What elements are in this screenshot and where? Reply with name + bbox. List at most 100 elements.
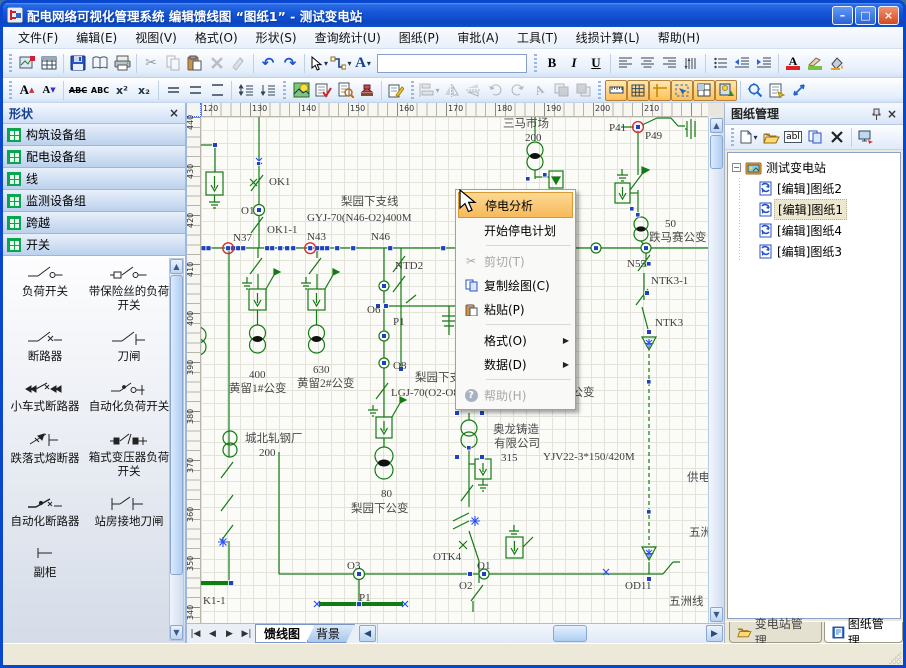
shape-category-crossing[interactable]: 跨越 [3,212,185,234]
font-color-button[interactable]: A [782,52,804,74]
menu-item-help[interactable]: ?帮助(H) [458,383,573,407]
scroll-down-icon[interactable]: ▼ [710,607,723,622]
menu-edit[interactable]: 编辑(E) [67,27,126,48]
new-drawing-doc-button[interactable]: ▾ [738,126,760,148]
selection-toggle-button[interactable] [671,80,693,101]
link-drawing-toggle-button[interactable] [715,80,737,101]
copy-drawing-button[interactable] [804,126,826,148]
shape-fused-load-switch[interactable]: 带保险丝的负荷开关 [85,264,173,313]
rotate-text-button[interactable]: A [528,79,550,101]
shape-load-switch[interactable]: 负荷开关 [7,264,83,313]
shape-trolley-breaker[interactable]: 小车式断路器 [7,379,83,413]
toolbar-grip[interactable] [8,81,13,99]
scrollbar-thumb[interactable] [710,135,723,169]
align-left-button[interactable] [614,52,636,74]
superscript-button[interactable]: x² [111,79,133,101]
edit-document-button[interactable] [385,79,407,101]
save-button[interactable] [67,52,89,74]
align-center-button[interactable] [636,52,658,74]
hscroll-left-icon[interactable]: ◀ [359,625,376,642]
print-button[interactable] [111,52,133,74]
send-backward-button[interactable] [572,79,594,101]
shape-circuit-breaker[interactable]: 断路器 [7,329,83,363]
last-sheet-button[interactable]: ▶| [238,624,255,643]
tab-background[interactable]: 背景 [307,624,355,643]
space-after-button[interactable] [257,79,279,101]
align-shapes-button[interactable]: ▾ [418,79,440,101]
shape-dropout-fuse[interactable]: 跌落式熔断器 [7,430,83,479]
shape-station-ground-switch[interactable]: 站房接地刀闸 [85,494,173,528]
grow-font-button[interactable]: A▲ [16,79,38,101]
line-spacing-2-button[interactable] [206,79,228,101]
flip-horizontal-button[interactable] [440,79,462,101]
redo-button[interactable]: ↷ [279,52,301,74]
abc-button[interactable]: ABC [89,79,111,101]
scrollbar-thumb[interactable] [170,275,183,575]
sync-station-button[interactable] [855,126,877,148]
space-before-button[interactable] [235,79,257,101]
decrease-indent-button[interactable] [731,52,753,74]
tab-feeder-diagram[interactable]: 馈线图 [255,624,315,643]
shape-category-distribution[interactable]: 配电设备组 [3,146,185,168]
menu-help[interactable]: 帮助(H) [649,27,709,48]
menu-line-loss[interactable]: 线损计算(L) [567,27,649,48]
table-button[interactable] [38,52,60,74]
menu-item-start-outage-plan[interactable]: 开始停电计划 [458,218,573,242]
menu-format[interactable]: 格式(O) [186,27,247,48]
shapes-scrollbar[interactable]: ▲ ▼ [169,258,184,641]
first-sheet-button[interactable]: |◀ [187,624,204,643]
approve-form-button[interactable] [312,79,334,101]
grid-toggle-button[interactable] [627,80,649,101]
menu-query-stats[interactable]: 查询统计(U) [306,27,390,48]
shape-category-switches[interactable]: 开关 [3,234,185,256]
shape-category-lines[interactable]: 线 [3,168,185,190]
pointer-tool-button[interactable]: ▾ [308,52,330,74]
tab-substation-management[interactable]: 变电站管理 [729,622,822,643]
canvas-horizontal-scrollbar[interactable] [377,624,705,643]
find-document-button[interactable] [334,79,356,101]
align-right-button[interactable] [658,52,680,74]
toolbar-grip[interactable] [282,81,287,99]
underline-button[interactable]: U [585,52,607,74]
line-color-button[interactable] [804,52,826,74]
shape-box-transformer-switch[interactable]: 箱式变压器负荷开关 [85,430,173,479]
minimize-button[interactable]: – [832,6,853,25]
maximize-button[interactable]: □ [855,6,876,25]
font-name-combo[interactable] [377,54,527,73]
menu-file[interactable]: 文件(F) [9,27,67,48]
shape-auto-load-switch[interactable]: 自动化负荷开关 [85,379,173,413]
shape-auto-breaker[interactable]: 自动化断路器 [7,494,83,528]
close-button[interactable]: × [878,6,899,25]
shrink-font-button[interactable]: A▼ [38,79,60,101]
toolbar-grip[interactable] [730,128,735,146]
canvas-vertical-scrollbar[interactable]: ▲ ▼ [708,117,724,623]
rename-drawing-button[interactable]: abl [782,126,804,148]
connector-tool-button[interactable]: ▾ [330,52,352,74]
scrollbar-thumb[interactable] [553,625,587,642]
open-drawing-button[interactable] [760,126,782,148]
tab-drawing-management[interactable]: 图纸管理 [824,622,903,643]
flip-vertical-button[interactable] [462,79,484,101]
bullet-list-button[interactable] [709,52,731,74]
fill-color-button[interactable] [826,52,848,74]
tree-node-drawing-selected[interactable]: [编辑]图纸1 [730,199,898,220]
delete-drawing-button[interactable] [826,126,848,148]
scroll-down-icon[interactable]: ▼ [170,625,183,640]
menu-item-data[interactable]: 数据(D)▶ [458,352,573,376]
drawings-panel-close-icon[interactable]: × [887,107,897,121]
menu-tools[interactable]: 工具(T) [508,27,567,48]
text-tool-button[interactable]: A▾ [352,52,374,74]
toolbar-grip[interactable] [410,81,415,99]
menu-item-format[interactable]: 格式(O)▶ [458,328,573,352]
scroll-up-icon[interactable]: ▲ [710,118,723,133]
bold-button[interactable]: B [541,52,563,74]
rotate-left-button[interactable] [484,79,506,101]
next-sheet-button[interactable]: ▶ [221,624,238,643]
line-spacing-1-button[interactable] [162,79,184,101]
menu-item-cut[interactable]: ✂剪切(T) [458,249,573,273]
pan-zoom-button[interactable] [744,79,766,101]
shape-category-monitoring[interactable]: 监测设备组 [3,190,185,212]
page-break-toggle-button[interactable] [693,80,715,101]
shape-auxiliary-cabinet[interactable]: 副柜 [7,545,83,579]
menu-item-paste[interactable]: 粘贴(P) [458,297,573,321]
